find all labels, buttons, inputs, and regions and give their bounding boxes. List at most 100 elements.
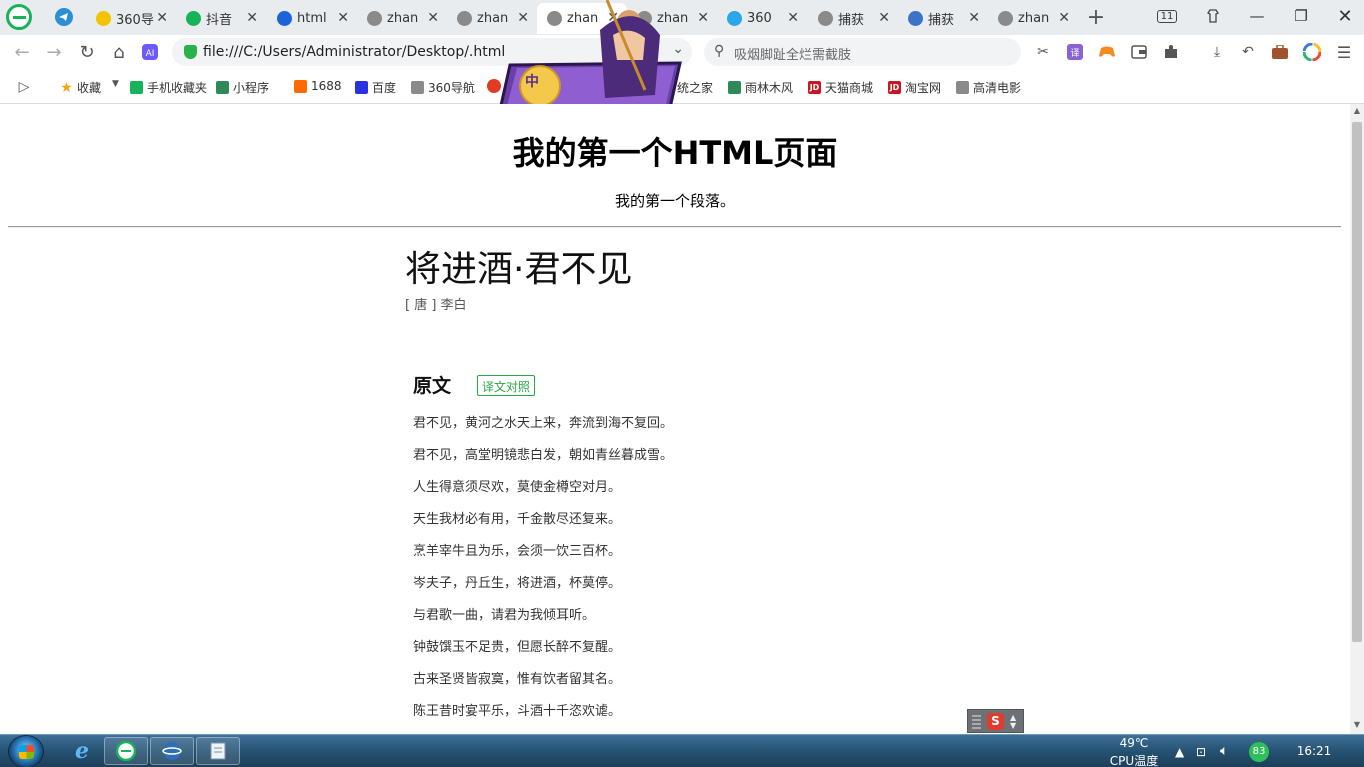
- clock[interactable]: 16:21: [1290, 744, 1338, 758]
- network-app-task-button[interactable]: [150, 737, 194, 765]
- tab-8[interactable]: 捕获 ✕: [808, 3, 898, 34]
- download-icon[interactable]: ⤓: [1208, 43, 1226, 61]
- cpu-temperature: 49℃: [1119, 736, 1149, 750]
- badge-label: 中: [525, 74, 539, 90]
- bookmark-item[interactable]: 360导航: [411, 79, 475, 96]
- close-icon[interactable]: ✕: [878, 10, 890, 26]
- extensions-icon[interactable]: [1162, 43, 1180, 61]
- sogou-ime-icon[interactable]: S: [987, 713, 1004, 730]
- translation-compare-button[interactable]: 译文对照: [477, 375, 536, 396]
- browser-logo-icon[interactable]: [6, 4, 32, 30]
- bookmark-item[interactable]: 小程序: [216, 79, 269, 96]
- ime-toolbar[interactable]: S ▲ ▼: [967, 709, 1024, 733]
- close-icon[interactable]: ✕: [156, 10, 168, 26]
- bookmark-label: 天猫商城: [825, 81, 874, 95]
- new-tab-button[interactable]: +: [1084, 5, 1108, 30]
- tab-label: 360导: [116, 13, 154, 28]
- bookmark-label: 雨林木风: [745, 81, 794, 95]
- close-icon[interactable]: ✕: [1058, 10, 1070, 26]
- translate-icon[interactable]: 译: [1066, 43, 1084, 61]
- show-hidden-icons-icon[interactable]: ▲: [1175, 745, 1184, 759]
- game-icon[interactable]: [1098, 43, 1116, 61]
- scrollbar-thumb[interactable]: [1352, 122, 1362, 642]
- scissors-icon[interactable]: ✂: [1034, 43, 1052, 61]
- bookmark-item[interactable]: 百度: [355, 79, 396, 96]
- bookmark-label: 淘宝网: [905, 81, 942, 95]
- page-paragraph: 我的第一个段落。: [614, 192, 735, 210]
- skin-icon[interactable]: [1192, 0, 1234, 32]
- globe-icon: [956, 81, 969, 94]
- poem-line: 天生我材必有用，千金散尽还复来。: [413, 512, 622, 527]
- color-wheel-icon[interactable]: [1303, 43, 1321, 61]
- home-button[interactable]: ⌂: [107, 40, 131, 64]
- telegram-icon[interactable]: [52, 5, 76, 29]
- character-skin-badge[interactable]: 中: [495, 0, 690, 118]
- poem-line: 岑夫子，丹丘生，将进酒，杯莫停。: [413, 576, 622, 591]
- cpu-usage-badge[interactable]: 83: [1249, 742, 1269, 762]
- bookmark-label: 360导航: [428, 81, 475, 95]
- vertical-scrollbar[interactable]: ▲ ▼: [1350, 104, 1364, 734]
- bookmark-item[interactable]: 雨林木风: [728, 79, 793, 96]
- tab-count-button[interactable]: 11: [1146, 0, 1188, 32]
- grip-icon[interactable]: [972, 715, 981, 729]
- poem-line: 烹羊宰牛且为乐，会须一饮三百杯。: [413, 544, 622, 559]
- close-window-button[interactable]: ✕: [1324, 0, 1364, 32]
- toolbox-icon[interactable]: [1271, 43, 1289, 61]
- caret-down-icon[interactable]: ▼: [112, 79, 119, 89]
- close-icon[interactable]: ✕: [246, 10, 258, 26]
- address-url[interactable]: file:///C:/Users/Administrator/Desktop/.…: [203, 44, 505, 60]
- bookmark-item[interactable]: 高清电影: [956, 79, 1021, 96]
- menu-icon[interactable]: ☰: [1335, 43, 1353, 62]
- tab-1[interactable]: 抖音 ✕: [176, 3, 266, 34]
- tab-10[interactable]: zhan ✕: [988, 3, 1078, 34]
- taskbar: e 49℃ CPU温度 ▲ ⊡ 🔈︎ 83 16:21: [0, 734, 1364, 767]
- bookmark-label: 1688: [311, 79, 342, 93]
- volume-icon[interactable]: 🔈︎: [1220, 743, 1228, 759]
- bookmark-label: 手机收藏夹: [147, 81, 208, 95]
- tab-2[interactable]: html ✕: [267, 3, 357, 34]
- bookmark-item[interactable]: JD 淘宝网: [888, 79, 941, 96]
- 1688-icon: [294, 79, 307, 93]
- network-tray-icon[interactable]: ⊡: [1196, 745, 1206, 759]
- notepad-task-button[interactable]: [196, 737, 240, 765]
- ie-icon[interactable]: e: [60, 737, 104, 765]
- back-button[interactable]: ←: [10, 40, 34, 64]
- tab-label: 捕获: [838, 13, 865, 28]
- tab-7[interactable]: 360 ✕: [717, 3, 807, 34]
- minimize-button[interactable]: —: [1236, 0, 1278, 32]
- close-icon[interactable]: ✕: [427, 10, 439, 26]
- sidebar-toggle-icon[interactable]: ▷: [12, 75, 36, 99]
- bookmark-item[interactable]: 1688: [294, 79, 342, 93]
- close-icon[interactable]: ✕: [697, 10, 709, 26]
- poem-line: 人生得意须尽欢，莫使金樽空对月。: [413, 480, 622, 495]
- poem-line: 与君歌一曲，请君为我倾耳听。: [413, 608, 596, 623]
- undo-icon[interactable]: ↶: [1239, 43, 1257, 61]
- reload-button[interactable]: ↻: [75, 40, 99, 64]
- maximize-button[interactable]: ❐: [1280, 0, 1322, 32]
- tab-3[interactable]: zhan ✕: [357, 3, 447, 34]
- scroll-down-icon[interactable]: ▼: [1350, 718, 1364, 732]
- close-icon[interactable]: ✕: [968, 10, 980, 26]
- search-box[interactable]: ⚲ 吸烟脚趾全烂需截肢: [704, 38, 1021, 66]
- bookmark-item[interactable]: JD 天猫商城: [808, 79, 873, 96]
- start-button[interactable]: [8, 735, 44, 767]
- tree-icon: [728, 81, 741, 94]
- bookmark-item[interactable]: 手机收藏夹: [130, 79, 207, 96]
- forward-button[interactable]: →: [42, 40, 66, 64]
- star-icon: ★: [60, 79, 73, 96]
- close-icon[interactable]: ✕: [337, 10, 349, 26]
- tab-9[interactable]: 捕获 ✕: [898, 3, 988, 34]
- page-heading: 我的第一个HTML页面: [512, 134, 838, 172]
- jd-icon: JD: [888, 81, 901, 94]
- close-icon[interactable]: ✕: [787, 10, 799, 26]
- tab-0[interactable]: 360导 ✕: [86, 3, 176, 34]
- scroll-up-icon[interactable]: ▲: [1350, 104, 1364, 118]
- globe-icon: [411, 81, 424, 94]
- ime-menu-icon[interactable]: ▲ ▼: [1010, 714, 1016, 730]
- browser-task-button[interactable]: [104, 737, 148, 765]
- bookmark-item[interactable]: ★ 收藏: [60, 79, 101, 96]
- windows-logo-icon: [19, 745, 34, 759]
- ai-icon[interactable]: AI: [138, 40, 162, 64]
- wallet-icon[interactable]: [1130, 43, 1148, 61]
- search-input[interactable]: 吸烟脚趾全烂需截肢: [734, 44, 851, 63]
